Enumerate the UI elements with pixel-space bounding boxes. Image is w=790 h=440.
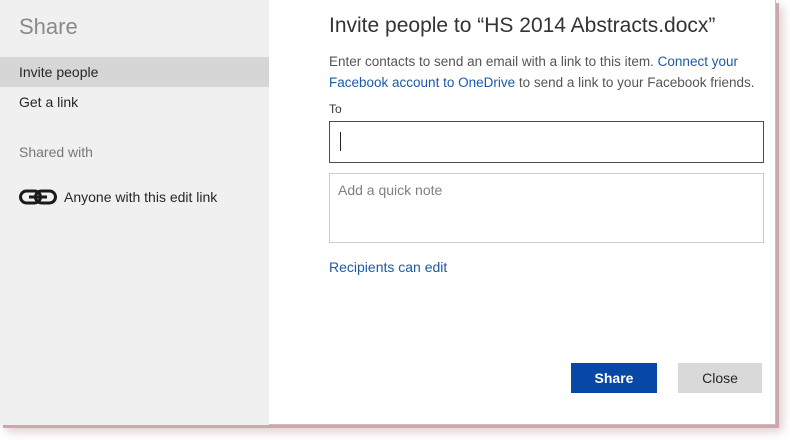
sidebar-item-invite-people[interactable]: Invite people (0, 57, 269, 87)
main-panel: Invite people to “HS 2014 Abstracts.docx… (269, 0, 776, 425)
quick-note-input[interactable] (329, 173, 764, 243)
instructions-prefix: Enter contacts to send an email with a l… (329, 54, 654, 69)
share-button[interactable]: Share (571, 363, 657, 393)
to-label: To (329, 102, 342, 116)
dialog-title: Invite people to “HS 2014 Abstracts.docx… (329, 14, 716, 37)
shared-entry-edit-link[interactable]: Anyone with this edit link (19, 186, 217, 208)
close-button[interactable]: Close (678, 363, 762, 393)
instructions-suffix: to send a link to your Facebook friends. (518, 75, 755, 90)
sidebar-item-get-a-link[interactable]: Get a link (0, 87, 269, 117)
to-input[interactable] (329, 121, 764, 163)
recipients-can-edit-link[interactable]: Recipients can edit (329, 259, 447, 275)
sidebar: Share Invite people Get a link Shared wi… (0, 0, 269, 425)
shared-with-heading: Shared with (19, 144, 93, 160)
shared-entry-label: Anyone with this edit link (64, 189, 218, 205)
share-dialog: Share Invite people Get a link Shared wi… (0, 0, 776, 425)
link-icon (19, 186, 57, 208)
instructions-text: Enter contacts to send an email with a l… (329, 51, 769, 93)
text-caret (340, 132, 341, 151)
sidebar-title: Share (19, 14, 78, 39)
